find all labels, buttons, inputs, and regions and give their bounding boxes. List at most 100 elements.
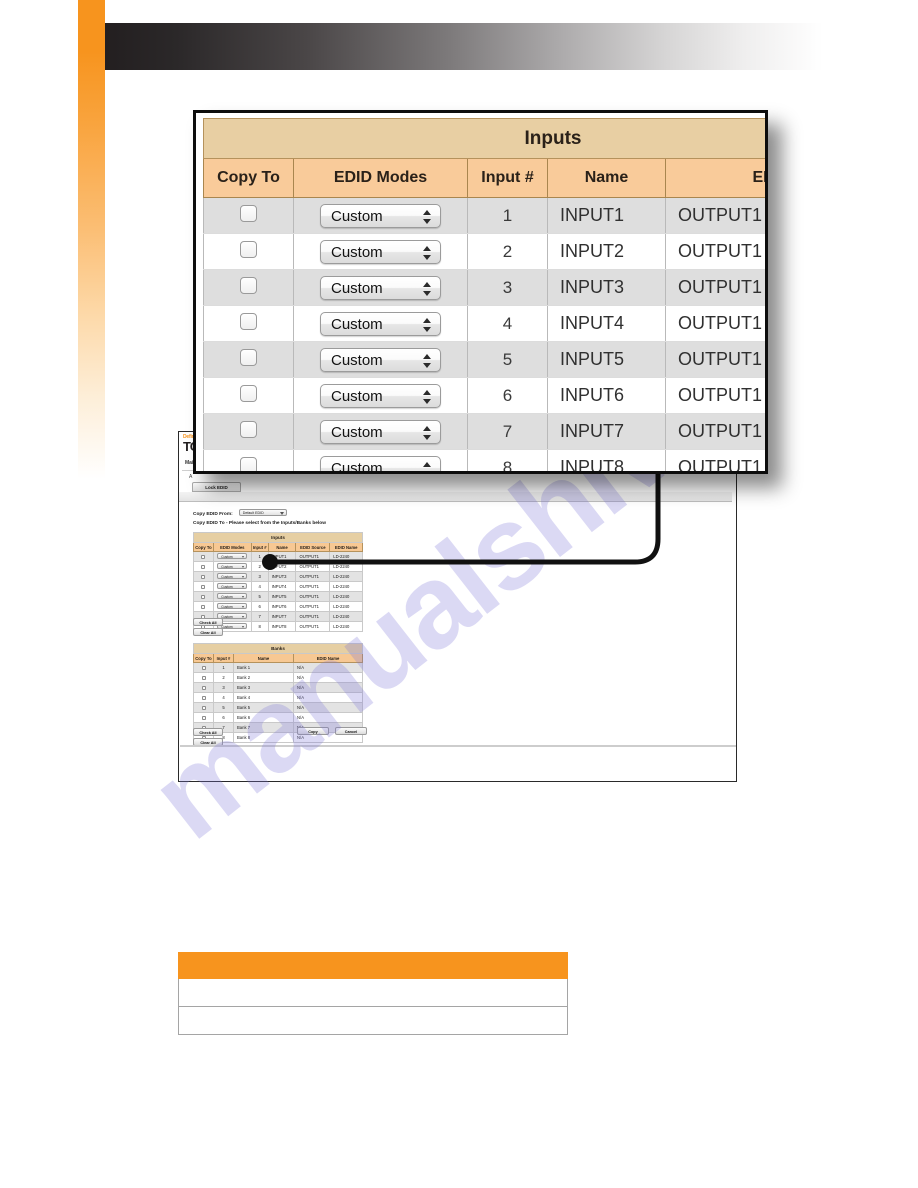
copy-to-checkbox[interactable]	[201, 604, 206, 609]
mini-checkbox-cell[interactable]	[193, 712, 214, 723]
copy-to-checkbox[interactable]	[240, 384, 257, 402]
copy-to-checkbox[interactable]	[201, 574, 206, 579]
mini-checkbox-cell[interactable]	[193, 662, 214, 673]
copy-to-cell[interactable]	[203, 233, 294, 270]
inputs-clear-all-button[interactable]: Clear All	[193, 628, 223, 636]
mini-mode-cell[interactable]: Custom	[212, 601, 252, 612]
tab-lock-edid[interactable]: Lock EDID	[192, 482, 241, 492]
edid-mode-select[interactable]: Custom	[320, 419, 441, 444]
mini-mode-cell[interactable]: Custom	[212, 571, 252, 582]
table-row[interactable]: Custom 6 INPUT6 OUTPUT1	[203, 377, 765, 414]
copy-to-cell[interactable]	[203, 269, 294, 306]
copy-to-checkbox[interactable]	[201, 695, 206, 700]
copy-to-cell[interactable]	[203, 305, 294, 342]
table-row[interactable]: 5 Bank 5 N/A	[193, 702, 363, 713]
edid-mode-select[interactable]: Custom	[320, 383, 441, 408]
copy-to-checkbox[interactable]	[201, 665, 206, 670]
table-row[interactable]: Custom 1 INPUT1 OUTPUT1	[203, 197, 765, 234]
copy-to-checkbox[interactable]	[240, 204, 257, 222]
copy-button[interactable]: Copy	[297, 727, 329, 735]
edid-mode-cell[interactable]: Custom	[293, 269, 468, 306]
table-row[interactable]: Custom 6 INPUT6 OUTPUT1 LD-2240	[193, 601, 363, 612]
copy-to-checkbox[interactable]	[201, 554, 206, 559]
copy-to-checkbox[interactable]	[201, 715, 206, 720]
copy-to-checkbox[interactable]	[201, 584, 206, 589]
mini-mode-cell[interactable]: Custom	[212, 551, 252, 562]
table-row[interactable]: 3 Bank 3 N/A	[193, 682, 363, 693]
copy-to-cell[interactable]	[203, 341, 294, 378]
inputs-table-header-row: Copy To EDID Modes Input # Name EDID So	[203, 158, 765, 198]
table-row[interactable]: Custom 1 INPUT1 OUTPUT1 LD-2240	[193, 551, 363, 562]
edid-mode-select[interactable]: Custom	[320, 275, 441, 300]
mini-checkbox-cell[interactable]	[193, 591, 214, 602]
copy-to-checkbox[interactable]	[240, 420, 257, 438]
mini-inputs-caption: Inputs	[193, 532, 363, 543]
copy-to-checkbox[interactable]	[201, 594, 206, 599]
mini-mode-cell[interactable]: Custom	[212, 581, 252, 592]
edid-mode-cell[interactable]: Custom	[293, 413, 468, 450]
edid-mode-cell[interactable]: Custom	[293, 197, 468, 234]
input-number: 2	[467, 233, 548, 270]
edid-mode-select[interactable]: Custom	[217, 573, 248, 579]
edid-mode-cell[interactable]: Custom	[293, 377, 468, 414]
copy-to-checkbox[interactable]	[240, 348, 257, 366]
table-row[interactable]: Custom 7 INPUT7 OUTPUT1	[203, 413, 765, 450]
cancel-button[interactable]: Cancel	[335, 727, 367, 735]
banks-check-all-button[interactable]: Check All	[193, 728, 223, 736]
mini-checkbox-cell[interactable]	[193, 581, 214, 592]
edid-mode-select[interactable]: Custom	[320, 347, 441, 372]
table-row[interactable]: Custom 4 INPUT4 OUTPUT1	[203, 305, 765, 342]
edid-mode-select[interactable]: Custom	[320, 239, 441, 264]
copy-to-checkbox[interactable]	[240, 456, 257, 471]
table-row[interactable]: Custom 3 INPUT3 OUTPUT1 LD-2240	[193, 571, 363, 582]
mini-checkbox-cell[interactable]	[193, 672, 214, 683]
copy-to-cell[interactable]	[203, 377, 294, 414]
table-row[interactable]: 6 Bank 6 N/A	[193, 712, 363, 723]
edid-mode-select[interactable]: Custom	[217, 593, 248, 599]
edid-mode-select[interactable]: Custom	[320, 455, 441, 471]
mini-checkbox-cell[interactable]	[193, 601, 214, 612]
table-row[interactable]: 4 Bank 4 N/A	[193, 692, 363, 703]
copy-to-checkbox[interactable]	[240, 312, 257, 330]
copy-to-checkbox[interactable]	[201, 705, 206, 710]
table-row[interactable]: 1 Bank 1 N/A	[193, 662, 363, 673]
mini-checkbox-cell[interactable]	[193, 561, 214, 572]
copy-to-checkbox[interactable]	[201, 685, 206, 690]
mini-mode-cell[interactable]: Custom	[212, 561, 252, 572]
mini-checkbox-cell[interactable]	[193, 571, 214, 582]
mini-checkbox-cell[interactable]	[193, 551, 214, 562]
edid-mode-select[interactable]: Custom	[217, 603, 248, 609]
table-row[interactable]: Custom 5 INPUT5 OUTPUT1 LD-2240	[193, 591, 363, 602]
table-row[interactable]: Custom 3 INPUT3 OUTPUT1	[203, 269, 765, 306]
inputs-check-all-button[interactable]: Check All	[193, 618, 223, 626]
copy-to-cell[interactable]	[203, 449, 294, 471]
table-row[interactable]: Custom 2 INPUT2 OUTPUT1	[203, 233, 765, 270]
mini-bank-num: 3	[213, 682, 234, 693]
copy-to-cell[interactable]	[203, 413, 294, 450]
edid-mode-cell[interactable]: Custom	[293, 233, 468, 270]
mini-checkbox-cell[interactable]	[193, 682, 214, 693]
copy-to-checkbox[interactable]	[240, 276, 257, 294]
copy-to-checkbox[interactable]	[201, 564, 206, 569]
mini-checkbox-cell[interactable]	[193, 692, 214, 703]
edid-mode-select[interactable]: Custom	[217, 563, 248, 569]
copy-to-checkbox[interactable]	[201, 675, 206, 680]
edid-mode-cell[interactable]: Custom	[293, 341, 468, 378]
edid-mode-select[interactable]: Custom	[320, 203, 441, 228]
table-row[interactable]: Custom 5 INPUT5 OUTPUT1	[203, 341, 765, 378]
copy-edid-from-select[interactable]: Default EDID	[238, 509, 287, 516]
edid-mode-select[interactable]: Custom	[217, 583, 248, 589]
table-row[interactable]: Custom 2 INPUT2 OUTPUT1 LD-2240	[193, 561, 363, 572]
edid-mode-cell[interactable]: Custom	[293, 305, 468, 342]
mini-mode-cell[interactable]: Custom	[212, 591, 252, 602]
edid-mode-select[interactable]: Custom	[320, 311, 441, 336]
mini-checkbox-cell[interactable]	[193, 702, 214, 713]
app-submenu[interactable]: A	[189, 474, 192, 480]
table-row[interactable]: 2 Bank 2 N/A	[193, 672, 363, 683]
copy-to-checkbox[interactable]	[240, 240, 257, 258]
copy-to-cell[interactable]	[203, 197, 294, 234]
edid-mode-cell[interactable]: Custom	[293, 449, 468, 471]
edid-mode-select[interactable]: Custom	[217, 553, 248, 559]
table-row[interactable]: Custom 8 INPUT8 OUTPUT1	[203, 449, 765, 471]
table-row[interactable]: Custom 4 INPUT4 OUTPUT1 LD-2240	[193, 581, 363, 592]
